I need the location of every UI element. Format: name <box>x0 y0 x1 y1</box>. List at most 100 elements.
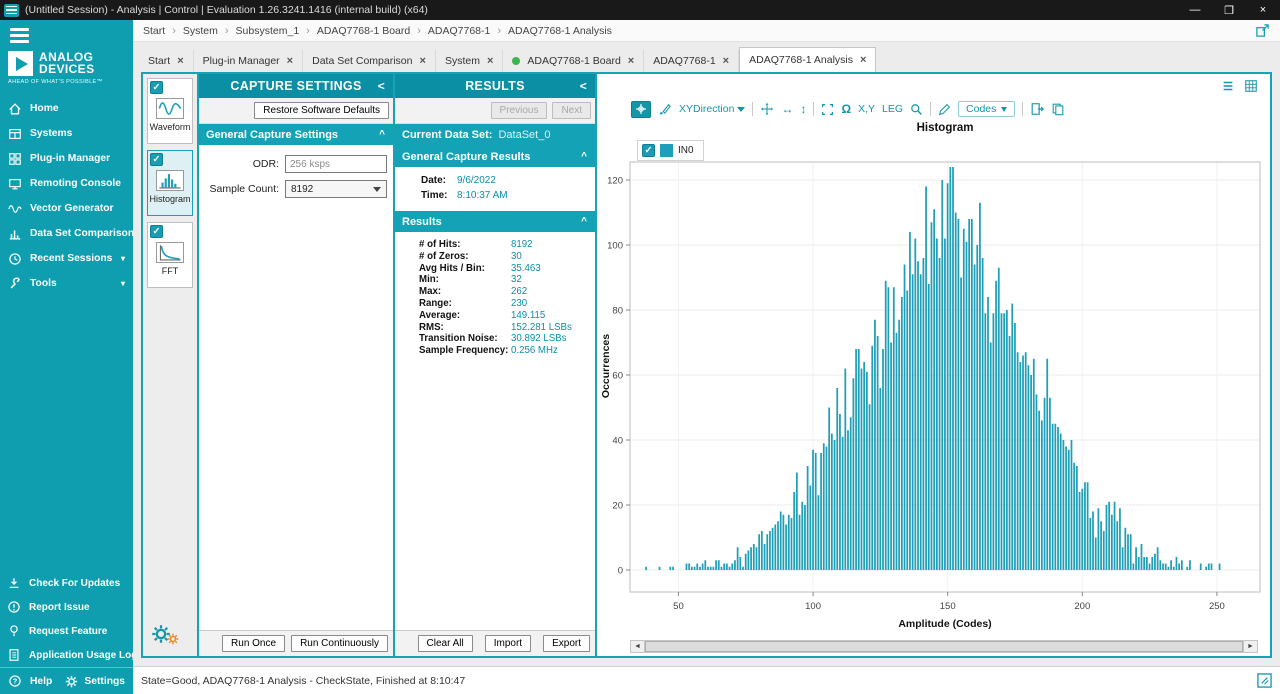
results-header: RESULTS < <box>395 74 595 98</box>
popout-icon[interactable] <box>1255 23 1270 38</box>
tool-card-histogram[interactable]: ✓Histogram <box>147 150 193 216</box>
checkbox-checked-icon[interactable]: ✓ <box>150 153 163 166</box>
current-data-set-value: DataSet_0 <box>498 129 550 141</box>
breadcrumb-bar: Start›System›Subsystem_1›ADAQ7768-1 Boar… <box>133 20 1280 42</box>
tab-adaq7768-1-board[interactable]: ADAQ7768-1 Board× <box>503 50 644 72</box>
zoom-extents-icon[interactable]: Ω <box>841 103 851 115</box>
run-continuously-button[interactable]: Run Continuously <box>291 635 388 652</box>
sidebar-item-vector-generator[interactable]: Vector Generator <box>0 196 133 221</box>
histogram-plot[interactable]: 02040608010012050100150200250Occurrences… <box>597 152 1270 638</box>
export-button[interactable]: Export <box>543 635 590 652</box>
results-section[interactable]: Results ^ <box>395 211 595 232</box>
sidebar-item-application-usage-logging[interactable]: Application Usage Logging <box>0 643 133 667</box>
checkbox-checked-icon[interactable]: ✓ <box>150 81 163 94</box>
xydirection-dropdown[interactable]: XYDirection <box>679 103 745 115</box>
tab-close-icon[interactable]: × <box>723 55 729 67</box>
main-area: Start×Plug-in Manager×Data Set Compariso… <box>133 42 1280 666</box>
sidebar-item-plug-in-manager[interactable]: Plug-in Manager <box>0 146 133 171</box>
breadcrumb-item-adaq7768-1[interactable]: ADAQ7768-1 <box>428 25 490 37</box>
import-button[interactable]: Import <box>485 635 531 652</box>
status-text: State=Good, ADAQ7768-1 Analysis - CheckS… <box>141 675 465 687</box>
brush-icon[interactable] <box>658 102 672 116</box>
breadcrumb-separator: › <box>172 25 176 37</box>
logo-line2: DEVICES <box>39 64 94 76</box>
chart-grid-icon[interactable] <box>1244 79 1258 96</box>
vertical-zoom-icon[interactable]: ↕ <box>800 103 806 115</box>
maximize-icon[interactable]: ❐ <box>1212 0 1246 20</box>
svg-text:Occurrences: Occurrences <box>600 334 612 398</box>
scrollbar-thumb[interactable] <box>645 641 1243 652</box>
sidebar-item-systems[interactable]: Systems <box>0 121 133 146</box>
tab-adaq7768-1-analysis[interactable]: ADAQ7768-1 Analysis× <box>739 47 876 72</box>
breadcrumb-item-adaq7768-1-board[interactable]: ADAQ7768-1 Board <box>317 25 410 37</box>
result-stat-value: 30.892 LSBs <box>511 333 591 345</box>
collapse-left-icon[interactable]: < <box>580 79 587 93</box>
pointer-tool-button[interactable] <box>631 101 651 118</box>
sidebar-item-check-for-updates[interactable]: Check For Updates <box>0 571 133 595</box>
tab-close-icon[interactable]: × <box>628 55 634 67</box>
sidebar-item-request-feature[interactable]: Request Feature <box>0 619 133 643</box>
tool-card-waveform[interactable]: ✓Waveform <box>147 78 193 144</box>
tool-card-fft[interactable]: ✓FFT <box>147 222 193 288</box>
tab-system[interactable]: System× <box>436 50 503 72</box>
tab-close-icon[interactable]: × <box>860 54 866 66</box>
sidebar-item-tools[interactable]: Tools▾ <box>0 271 133 296</box>
horizontal-zoom-icon[interactable]: ↔ <box>781 103 793 115</box>
minimize-icon[interactable]: — <box>1178 0 1212 20</box>
magnifier-icon[interactable] <box>910 103 923 116</box>
restore-defaults-button[interactable]: Restore Software Defaults <box>254 102 389 119</box>
chevron-down-icon: ▾ <box>121 279 125 288</box>
run-once-button[interactable]: Run Once <box>222 635 285 652</box>
scroll-left-icon[interactable]: ◄ <box>631 641 645 652</box>
chevron-down-icon: ▾ <box>121 254 125 263</box>
scroll-right-icon[interactable]: ► <box>1243 641 1257 652</box>
breadcrumb-separator: › <box>306 25 310 37</box>
tab-data-set-comparison[interactable]: Data Set Comparison× <box>303 50 436 72</box>
chart-list-icon[interactable] <box>1221 79 1235 96</box>
tab-plug-in-manager[interactable]: Plug-in Manager× <box>194 50 303 72</box>
legend-toggle-button[interactable]: LEG <box>882 103 903 115</box>
logo-tagline: AHEAD OF WHAT'S POSSIBLE™ <box>0 76 133 92</box>
sample-count-select[interactable]: 8192 <box>285 180 387 198</box>
close-icon[interactable]: × <box>1246 0 1280 20</box>
codes-dropdown[interactable]: Codes <box>958 101 1015 117</box>
breadcrumb-item-system[interactable]: System <box>183 25 218 37</box>
tab-start[interactable]: Start× <box>139 50 194 72</box>
sidebar-item-help[interactable]: Help <box>30 676 52 687</box>
breadcrumb-item-subsystem-1[interactable]: Subsystem_1 <box>236 25 300 37</box>
pan-icon[interactable] <box>760 102 774 116</box>
tab-label: ADAQ7768-1 <box>653 55 715 67</box>
resize-grip-icon[interactable] <box>1257 673 1272 688</box>
sidebar-item-home[interactable]: Home <box>0 96 133 121</box>
result-stat-row: RMS:152.281 LSBs <box>419 322 591 334</box>
previous-button[interactable]: Previous <box>491 102 548 119</box>
copy-icon[interactable] <box>1051 102 1065 116</box>
general-capture-results-section[interactable]: General Capture Results ^ <box>395 146 595 167</box>
sidebar-item-recent-sessions[interactable]: Recent Sessions▾ <box>0 246 133 271</box>
clear-all-button[interactable]: Clear All <box>418 635 473 652</box>
checkbox-checked-icon[interactable]: ✓ <box>150 225 163 238</box>
export-image-icon[interactable] <box>1030 102 1044 116</box>
xy-axes-button[interactable]: X,Y <box>858 103 875 115</box>
horizontal-scrollbar[interactable]: ◄ ► <box>630 640 1258 653</box>
tab-close-icon[interactable]: × <box>420 55 426 67</box>
tab-close-icon[interactable]: × <box>177 55 183 67</box>
tab-close-icon[interactable]: × <box>487 55 493 67</box>
next-button[interactable]: Next <box>552 102 591 119</box>
tab-adaq7768-1[interactable]: ADAQ7768-1 × <box>644 50 739 72</box>
sidebar-item-data-set-comparison[interactable]: Data Set Comparison <box>0 221 133 246</box>
tab-close-icon[interactable]: × <box>287 55 293 67</box>
general-capture-settings-section[interactable]: General Capture Settings ^ <box>199 124 393 145</box>
sidebar-item-remoting-console[interactable]: Remoting Console <box>0 171 133 196</box>
sidebar-item-report-issue[interactable]: Report Issue <box>0 595 133 619</box>
sidebar-item-settings[interactable]: Settings <box>65 675 125 688</box>
odr-input[interactable] <box>285 155 387 173</box>
report-icon <box>7 600 22 614</box>
breadcrumb-item-start[interactable]: Start <box>143 25 165 37</box>
expand-icon[interactable] <box>821 103 834 116</box>
settings-gears[interactable] <box>151 624 189 650</box>
collapse-left-icon[interactable]: < <box>378 79 385 93</box>
hamburger-menu-icon[interactable] <box>0 20 133 48</box>
breadcrumb-item-adaq7768-1-analysis[interactable]: ADAQ7768-1 Analysis <box>508 25 612 37</box>
pencil-icon[interactable] <box>938 103 951 116</box>
